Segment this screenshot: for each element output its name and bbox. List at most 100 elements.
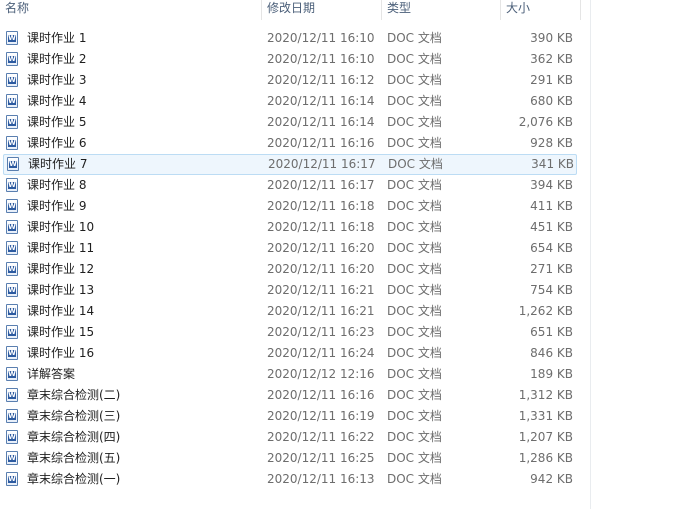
file-date-modified: 2020/12/11 16:23 xyxy=(267,325,375,339)
file-row[interactable]: 课时作业 11 2020/12/11 16:20 DOC 文档 654 KB xyxy=(0,238,590,259)
file-row[interactable]: 章末综合检测(五) 2020/12/11 16:25 DOC 文档 1,286 KB xyxy=(0,448,590,469)
column-header-size[interactable]: 大小 xyxy=(501,0,581,20)
word-doc-icon xyxy=(6,220,18,234)
file-row[interactable]: 课时作业 5 2020/12/11 16:14 DOC 文档 2,076 KB xyxy=(0,112,590,133)
word-doc-icon xyxy=(6,430,18,444)
file-row[interactable]: 课时作业 16 2020/12/11 16:24 DOC 文档 846 KB xyxy=(0,343,590,364)
column-header-type[interactable]: 类型 xyxy=(382,0,501,20)
column-header-name[interactable]: 名称 xyxy=(0,0,262,20)
file-row[interactable]: 课时作业 14 2020/12/11 16:21 DOC 文档 1,262 KB xyxy=(0,301,590,322)
file-size: 362 KB xyxy=(530,52,573,66)
file-size: 451 KB xyxy=(530,220,573,234)
file-row[interactable]: 课时作业 4 2020/12/11 16:14 DOC 文档 680 KB xyxy=(0,91,590,112)
file-size: 1,262 KB xyxy=(518,304,573,318)
file-list: 课时作业 1 2020/12/11 16:10 DOC 文档 390 KB 课时作业 2… xyxy=(0,28,590,490)
file-row[interactable]: 课时作业 10 2020/12/11 16:18 DOC 文档 451 KB xyxy=(0,217,590,238)
file-name: 课时作业 14 xyxy=(27,304,95,318)
file-size: 341 KB xyxy=(531,157,574,171)
word-doc-icon xyxy=(6,367,18,381)
file-type: DOC 文档 xyxy=(387,430,442,444)
file-name: 课时作业 1 xyxy=(27,31,87,45)
file-size: 1,207 KB xyxy=(518,430,573,444)
file-name: 章末综合检测(五) xyxy=(27,451,121,465)
file-size: 846 KB xyxy=(530,346,573,360)
file-date-modified: 2020/12/11 16:19 xyxy=(267,409,375,423)
file-size: 394 KB xyxy=(530,178,573,192)
file-date-modified: 2020/12/11 16:10 xyxy=(267,52,375,66)
word-doc-icon xyxy=(6,283,18,297)
file-size: 271 KB xyxy=(530,262,573,276)
file-size: 189 KB xyxy=(530,367,573,381)
file-size: 390 KB xyxy=(530,31,573,45)
file-type: DOC 文档 xyxy=(388,157,443,171)
file-type: DOC 文档 xyxy=(387,73,442,87)
file-row[interactable]: 课时作业 6 2020/12/11 16:16 DOC 文档 928 KB xyxy=(0,133,590,154)
file-row[interactable]: 章末综合检测(一) 2020/12/11 16:13 DOC 文档 942 KB xyxy=(0,469,590,490)
word-doc-icon xyxy=(7,157,19,171)
file-name: 课时作业 9 xyxy=(27,199,87,213)
file-name: 课时作业 3 xyxy=(27,73,87,87)
file-type: DOC 文档 xyxy=(387,367,442,381)
file-date-modified: 2020/12/12 12:16 xyxy=(267,367,375,381)
file-size: 928 KB xyxy=(530,136,573,150)
file-date-modified: 2020/12/11 16:17 xyxy=(268,157,376,171)
file-row[interactable]: 课时作业 2 2020/12/11 16:10 DOC 文档 362 KB xyxy=(0,49,590,70)
file-row[interactable]: 课时作业 13 2020/12/11 16:21 DOC 文档 754 KB xyxy=(0,280,590,301)
file-name: 详解答案 xyxy=(27,367,76,381)
word-doc-icon xyxy=(6,199,18,213)
word-doc-icon xyxy=(6,115,18,129)
file-date-modified: 2020/12/11 16:22 xyxy=(267,430,375,444)
file-name: 课时作业 13 xyxy=(27,283,95,297)
file-name: 课时作业 4 xyxy=(27,94,87,108)
file-name: 课时作业 15 xyxy=(27,325,95,339)
file-date-modified: 2020/12/11 16:18 xyxy=(267,199,375,213)
word-doc-icon xyxy=(6,52,18,66)
file-name: 章末综合检测(四) xyxy=(27,430,121,444)
file-type: DOC 文档 xyxy=(387,241,442,255)
file-row[interactable]: 课时作业 1 2020/12/11 16:10 DOC 文档 390 KB xyxy=(0,28,590,49)
word-doc-icon xyxy=(6,346,18,360)
file-size: 2,076 KB xyxy=(518,115,573,129)
file-name: 课时作业 8 xyxy=(27,178,87,192)
file-type: DOC 文档 xyxy=(387,115,442,129)
file-size: 654 KB xyxy=(530,241,573,255)
file-row[interactable]: 章末综合检测(三) 2020/12/11 16:19 DOC 文档 1,331 KB xyxy=(0,406,590,427)
file-date-modified: 2020/12/11 16:16 xyxy=(267,136,375,150)
file-name: 课时作业 12 xyxy=(27,262,95,276)
file-row[interactable]: 课时作业 3 2020/12/11 16:12 DOC 文档 291 KB xyxy=(0,70,590,91)
file-date-modified: 2020/12/11 16:14 xyxy=(267,94,375,108)
file-type: DOC 文档 xyxy=(387,178,442,192)
file-size: 680 KB xyxy=(530,94,573,108)
pane-divider xyxy=(590,0,591,509)
file-name: 课时作业 6 xyxy=(27,136,87,150)
file-row[interactable]: 详解答案 2020/12/12 12:16 DOC 文档 189 KB xyxy=(0,364,590,385)
file-type: DOC 文档 xyxy=(387,325,442,339)
word-doc-icon xyxy=(6,73,18,87)
file-row[interactable]: 章末综合检测(四) 2020/12/11 16:22 DOC 文档 1,207 KB xyxy=(0,427,590,448)
file-row[interactable]: 章末综合检测(二) 2020/12/11 16:16 DOC 文档 1,312 KB xyxy=(0,385,590,406)
file-row[interactable]: 课时作业 15 2020/12/11 16:23 DOC 文档 651 KB xyxy=(0,322,590,343)
word-doc-icon xyxy=(6,472,18,486)
file-size: 942 KB xyxy=(530,472,573,486)
file-type: DOC 文档 xyxy=(387,262,442,276)
file-date-modified: 2020/12/11 16:12 xyxy=(267,73,375,87)
file-row[interactable]: 课时作业 12 2020/12/11 16:20 DOC 文档 271 KB xyxy=(0,259,590,280)
word-doc-icon xyxy=(6,241,18,255)
file-type: DOC 文档 xyxy=(387,199,442,213)
file-type: DOC 文档 xyxy=(387,451,442,465)
file-type: DOC 文档 xyxy=(387,31,442,45)
file-row[interactable]: 课时作业 8 2020/12/11 16:17 DOC 文档 394 KB xyxy=(0,175,590,196)
file-name: 课时作业 16 xyxy=(27,346,95,360)
file-name: 课时作业 7 xyxy=(28,157,88,171)
file-row[interactable]: 课时作业 9 2020/12/11 16:18 DOC 文档 411 KB xyxy=(0,196,590,217)
file-row[interactable]: 课时作业 7 2020/12/11 16:17 DOC 文档 341 KB xyxy=(3,154,577,175)
word-doc-icon xyxy=(6,178,18,192)
word-doc-icon xyxy=(6,451,18,465)
file-type: DOC 文档 xyxy=(387,346,442,360)
column-header-date-modified[interactable]: 修改日期 xyxy=(262,0,382,20)
word-doc-icon xyxy=(6,409,18,423)
column-header-bar: 名称 修改日期 类型 大小 xyxy=(0,0,590,20)
file-date-modified: 2020/12/11 16:25 xyxy=(267,451,375,465)
file-type: DOC 文档 xyxy=(387,388,442,402)
file-size: 1,312 KB xyxy=(518,388,573,402)
